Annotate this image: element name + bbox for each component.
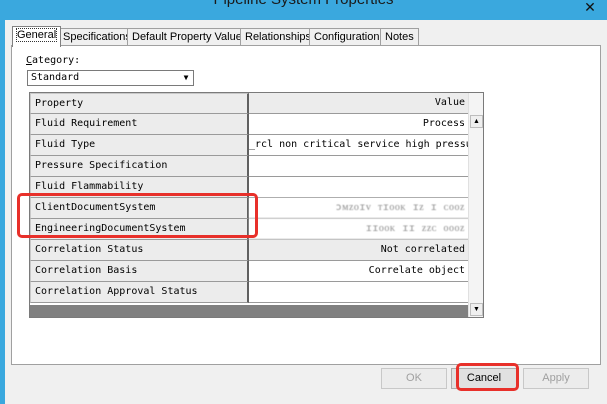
property-name: Correlation Basis (30, 261, 249, 282)
grid-row-correlation-status[interactable]: Correlation Status Not correlated (30, 240, 469, 261)
grid-row-fluid-type[interactable]: Fluid Type _rcl non critical service hig… (30, 135, 469, 156)
grid-row-correlation-approval-status[interactable]: Correlation Approval Status (30, 282, 469, 303)
property-name: Correlation Approval Status (30, 282, 249, 303)
property-value[interactable]: ɪɪᴏᴏᴋ ɪɪ ᴢᴢᴄ ᴏᴏᴏᴢ (249, 219, 469, 240)
property-value[interactable]: Process (249, 114, 469, 135)
annotation-highlight-box (17, 193, 258, 238)
annotation-highlight-cancel (456, 363, 519, 391)
grid-scrollbar[interactable]: ▲ ▼ (468, 93, 483, 317)
tab-general-label: General (15, 28, 58, 42)
scroll-up-icon[interactable]: ▲ (470, 115, 483, 128)
grid-row-fluid-requirement[interactable]: Fluid Requirement Process (30, 114, 469, 135)
title-bar: Pipeline System Properties ✕ (0, 0, 607, 20)
apply-button[interactable]: Apply (523, 368, 589, 389)
tab-general[interactable]: General (12, 26, 62, 47)
property-name: Pressure Specification (30, 156, 249, 177)
column-header-property[interactable]: Property (30, 93, 249, 114)
dialog-client: General Specifications Default Property … (5, 20, 607, 404)
category-label-text: ategory: (32, 55, 81, 66)
property-value[interactable] (249, 156, 469, 177)
close-icon[interactable]: ✕ (573, 0, 607, 20)
grid-row-pressure-specification[interactable]: Pressure Specification (30, 156, 469, 177)
grid-row-correlation-basis[interactable]: Correlation Basis Correlate object (30, 261, 469, 282)
property-value[interactable] (249, 282, 469, 303)
category-selected-value: Standard (31, 72, 80, 83)
grid-header-row: Property Value (30, 93, 469, 114)
property-name: Correlation Status (30, 240, 249, 261)
tab-default-property-values[interactable]: Default Property Values (127, 28, 253, 46)
scroll-down-icon[interactable]: ▼ (470, 303, 483, 316)
tab-specifications[interactable]: Specifications (58, 28, 136, 46)
property-name: Fluid Type (30, 135, 249, 156)
property-name: Fluid Requirement (30, 114, 249, 135)
window-title: Pipeline System Properties (0, 0, 607, 8)
ok-button[interactable]: OK (381, 368, 447, 389)
grid-empty-area (30, 305, 469, 317)
category-label: Category: (26, 55, 80, 66)
tab-relationships[interactable]: Relationships (240, 28, 317, 46)
column-header-value[interactable]: Value (249, 93, 469, 114)
property-value[interactable]: _rcl non critical service high pressure (249, 135, 469, 156)
tab-notes[interactable]: Notes (380, 28, 419, 46)
category-dropdown[interactable]: Standard ▼ (27, 70, 194, 86)
property-value[interactable]: Correlate object (249, 261, 469, 282)
property-value[interactable] (249, 177, 469, 198)
property-value[interactable]: ɔᴍᴢᴏɪᴠ ᴛɪᴏᴏᴋ ɪᴢ ɪ ᴄᴏᴏᴢ (249, 198, 469, 219)
tab-configuration[interactable]: Configuration (309, 28, 385, 46)
property-value: Not correlated (249, 240, 469, 261)
chevron-down-icon[interactable]: ▼ (179, 71, 193, 85)
